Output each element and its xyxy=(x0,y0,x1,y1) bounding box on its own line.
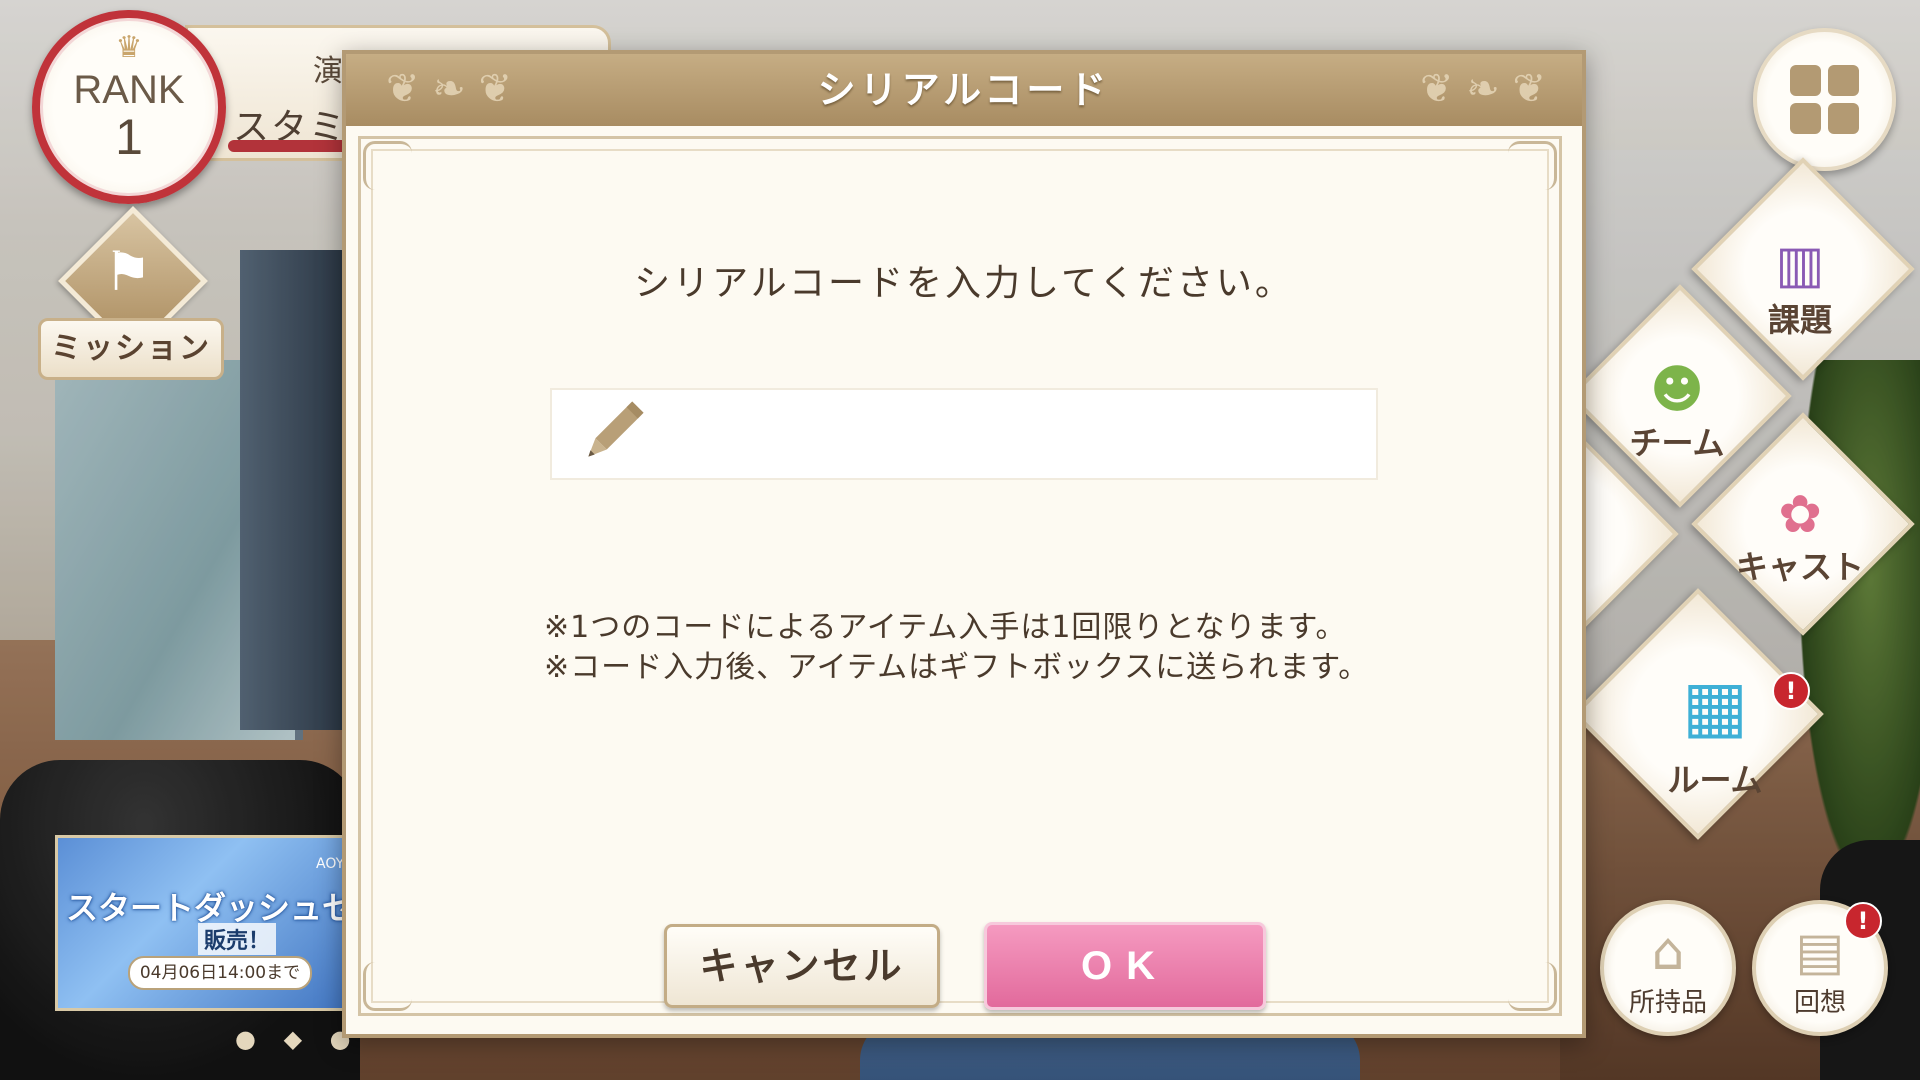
bag-icon: ⌂ xyxy=(1651,922,1685,982)
corner-ornament xyxy=(363,141,412,190)
rank-label: RANK xyxy=(73,68,185,112)
inventory-button[interactable]: ⌂ 所持品 xyxy=(1600,900,1736,1036)
serial-code-dialog: ❦ ❧ ❦ ❦ ❧ ❦ シリアルコード シリアルコードを入力してください。 ※1… xyxy=(342,50,1586,1038)
dialog-title: シリアルコード xyxy=(817,68,1111,112)
menu-team-label: チーム xyxy=(1629,424,1725,462)
cancel-button[interactable]: キャンセル xyxy=(664,924,940,1008)
promo-banner[interactable]: スタートダッシュセッ 販売！ 04月06日14:00まで AOY xyxy=(55,835,386,1011)
inventory-label: 所持品 xyxy=(1628,988,1707,1018)
menu-cast-label: キャスト xyxy=(1735,548,1864,586)
rank-value: 1 xyxy=(115,109,143,165)
room-alert-badge: ! xyxy=(1772,672,1810,710)
dialog-prompt: シリアルコードを入力してください。 xyxy=(634,263,1294,304)
serial-code-input[interactable] xyxy=(666,406,1360,464)
mission-label-box[interactable]: ミッション xyxy=(38,318,224,380)
main-menu-button[interactable] xyxy=(1753,28,1896,171)
memory-alert-badge: ! xyxy=(1844,902,1882,940)
menu-room-label: ルーム xyxy=(1667,761,1763,799)
note-gift-box: ※コード入力後、アイテムはギフトボックスに送られます。 xyxy=(544,650,1370,685)
mission-label: ミッション xyxy=(51,331,211,366)
rank-badge[interactable]: ♛ RANK 1 xyxy=(32,10,226,204)
corner-ornament xyxy=(363,962,412,1011)
banner-deadline: 04月06日14:00まで xyxy=(128,956,312,990)
note-one-time: ※1つのコードによるアイテム入手は1回限りとなります。 xyxy=(544,610,1347,645)
book-icon: ▥ xyxy=(1775,235,1825,295)
rose-icon: ✿ xyxy=(1778,485,1822,545)
team-icon: ☻ xyxy=(1649,360,1705,420)
crown-icon: ♛ xyxy=(115,30,143,65)
stamina-top-label: 演 xyxy=(313,54,343,89)
grid-icon xyxy=(1790,65,1860,135)
banner-subtitle: 販売！ xyxy=(198,923,277,955)
ok-button[interactable]: OK xyxy=(984,922,1266,1010)
banner-brand: AOY xyxy=(316,856,345,872)
ok-button-label: OK xyxy=(1081,944,1169,988)
pencil-icon xyxy=(588,401,644,457)
memory-label: 回想 xyxy=(1793,988,1846,1018)
dialog-header: ❦ ❧ ❦ ❦ ❧ ❦ シリアルコード xyxy=(346,54,1582,126)
cancel-button-label: キャンセル xyxy=(699,944,905,988)
flag-icon: ⚑ xyxy=(103,240,153,303)
corner-ornament xyxy=(1508,141,1557,190)
corner-ornament xyxy=(1508,962,1557,1011)
